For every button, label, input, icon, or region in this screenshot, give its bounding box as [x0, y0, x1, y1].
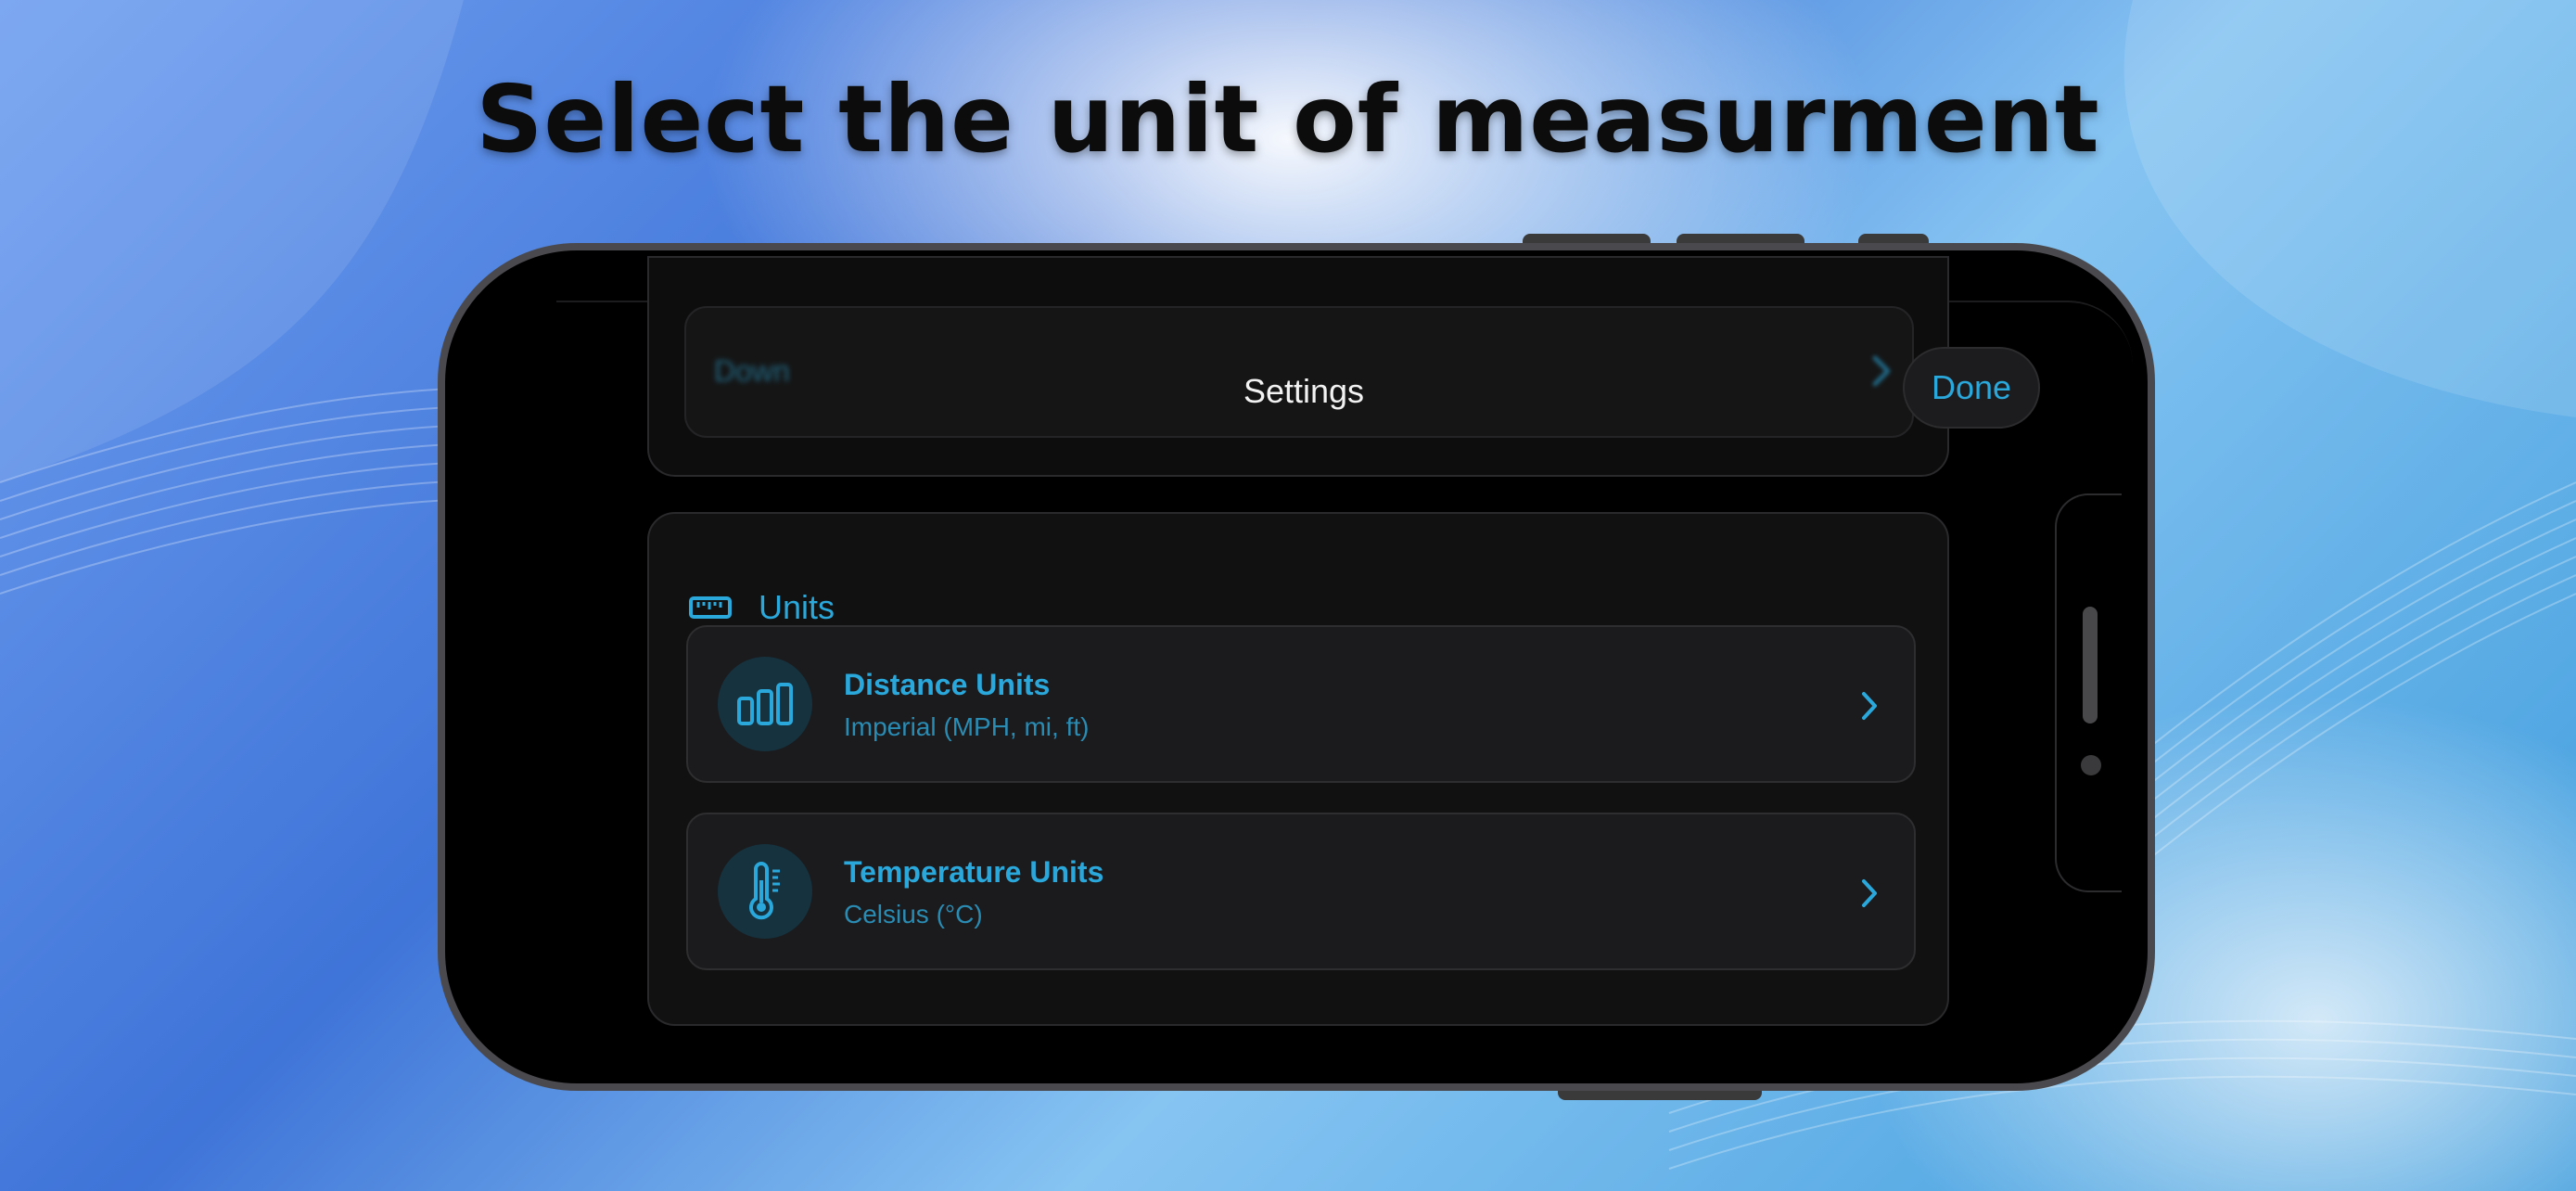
ruler-icon [689, 596, 732, 619]
distance-units-value: Imperial (MPH, mi, ft) [844, 712, 1090, 741]
page-headline: Select the unit of measurment [476, 65, 2100, 173]
units-section-title: Units [759, 588, 835, 626]
temperature-units-title: Temperature Units [844, 855, 1104, 889]
thermometer-icon [749, 862, 780, 920]
bar-chart-icon [737, 683, 793, 725]
phone-frame: Down Settings Done Units Distance Units … [438, 243, 2155, 1091]
temperature-units-value: Celsius (°C) [844, 900, 983, 928]
chevron-right-icon [1862, 692, 1877, 720]
chevron-right-icon [1862, 879, 1877, 907]
temperature-icon-badge [718, 844, 812, 939]
earpiece-speaker [2083, 607, 2098, 724]
front-camera [2081, 755, 2101, 775]
temperature-units-row[interactable]: Temperature Units Celsius (°C) [686, 813, 1916, 970]
nav-title: Settings [1243, 372, 1365, 410]
done-button[interactable]: Done [1903, 347, 2040, 429]
distance-icon-badge [718, 657, 812, 751]
distance-units-title: Distance Units [844, 668, 1051, 701]
distance-units-row[interactable]: Distance Units Imperial (MPH, mi, ft) [686, 625, 1916, 783]
units-section-card: Units Distance Units Imperial (MPH, mi, … [647, 512, 1949, 1026]
